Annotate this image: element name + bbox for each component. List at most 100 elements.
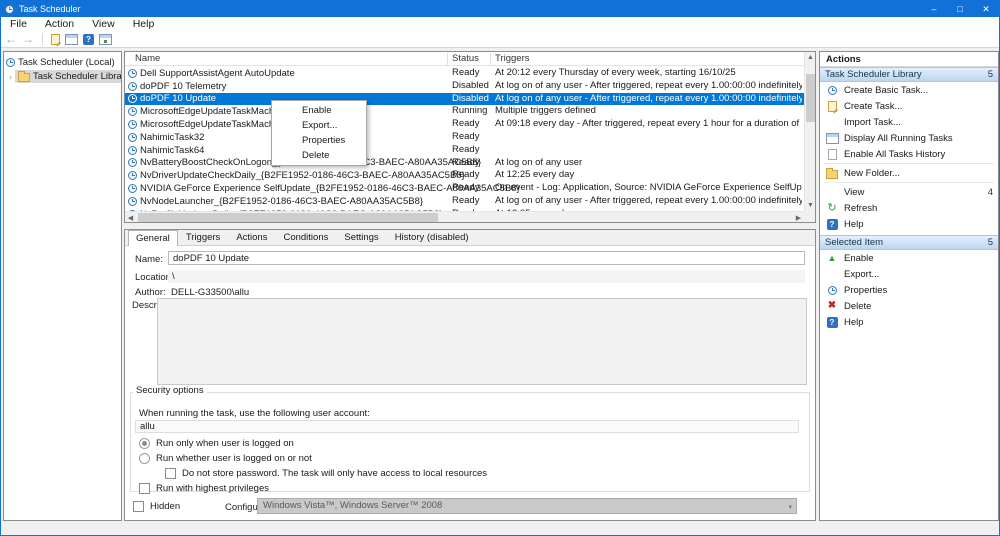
tab-general[interactable]: General (128, 230, 178, 246)
task-row[interactable]: NahimicTask64 Ready (125, 144, 804, 157)
actions-section-selected-item[interactable]: Selected Item 5 (820, 235, 998, 250)
configure-for-select[interactable]: Windows Vista™, Windows Server™ 2008 ▾ (257, 498, 797, 514)
tab-settings[interactable]: Settings (336, 229, 386, 245)
radio-run-logged-on-or-not[interactable]: Run whether user is logged on or not (139, 452, 312, 465)
action-display-running-tasks[interactable]: Display All Running Tasks (820, 130, 998, 146)
column-status[interactable]: Status (452, 53, 479, 64)
tab-triggers[interactable]: Triggers (178, 229, 229, 245)
action-enable-history[interactable]: Enable All Tasks History (820, 146, 998, 162)
context-menu-enable[interactable]: Enable (272, 103, 366, 118)
task-row-selected[interactable]: doPDF 10 Update Disabled At log on of an… (125, 92, 804, 106)
action-delete[interactable]: ✖ Delete (820, 298, 998, 314)
user-account-field[interactable]: allu (135, 420, 799, 433)
checkbox-icon[interactable] (133, 501, 144, 512)
action-import-task[interactable]: Import Task... (820, 114, 998, 130)
action-export[interactable]: Export... (820, 266, 998, 282)
tab-history[interactable]: History (disabled) (387, 229, 477, 245)
action-properties[interactable]: Properties (820, 282, 998, 298)
action-label: New Folder... (844, 167, 900, 179)
task-row[interactable]: MicrosoftEdgeUpdateTaskMachineUA Ready A… (125, 118, 804, 131)
expand-chevron-icon[interactable]: › (9, 72, 12, 82)
task-status: Disabled (452, 92, 489, 104)
scroll-right-icon[interactable]: ▶ (793, 212, 804, 222)
selected-item-section-label: Selected Item (825, 237, 884, 248)
collapse-glyph[interactable]: 5 (988, 69, 993, 80)
actions-section-library[interactable]: Task Scheduler Library 5 (820, 67, 998, 82)
action-help[interactable]: ? Help (820, 216, 998, 232)
task-scheduler-window: Task Scheduler – □ ✕ File Action View He… (0, 0, 1000, 536)
action-help-selected[interactable]: ? Help (820, 314, 998, 330)
properties-icon (827, 285, 837, 295)
author-label: Author: (135, 287, 166, 298)
checkbox-icon[interactable] (139, 483, 150, 494)
forward-icon[interactable]: → (22, 33, 34, 45)
location-field: \ (168, 270, 805, 283)
menu-view[interactable]: View (83, 17, 124, 31)
tree-item-library[interactable]: › Task Scheduler Library (4, 69, 121, 84)
back-icon[interactable]: ← (5, 33, 17, 45)
checkbox-icon[interactable] (165, 468, 176, 479)
minimize-button[interactable]: – (921, 1, 947, 17)
console-window-icon[interactable] (65, 33, 78, 45)
task-row[interactable]: doPDF 10 Telemetry Disabled At log on of… (125, 80, 804, 93)
name-label: Name: (135, 254, 163, 265)
task-name: NahimicTask32 (140, 131, 205, 143)
tree-item-local[interactable]: Task Scheduler (Local) (4, 56, 121, 69)
task-row[interactable]: NVIDIA GeForce Experience SelfUpdate_{B2… (125, 182, 804, 195)
menu-action[interactable]: Action (36, 17, 83, 31)
action-new-folder[interactable]: New Folder... (820, 165, 998, 181)
task-row[interactable]: NvDriverUpdateCheckDaily_{B2FE1952-0186-… (125, 169, 804, 182)
context-menu-export[interactable]: Export... (272, 118, 366, 133)
task-row[interactable]: NvBatteryBoostCheckOnLogon_{B2FE1952-018… (125, 157, 804, 170)
action-create-basic-task[interactable]: Create Basic Task... (820, 82, 998, 98)
task-name: NvNodeLauncher_{B2FE1952-0186-46C3-BAEC-… (140, 195, 424, 207)
context-menu-properties[interactable]: Properties (272, 133, 366, 148)
actions-separator (824, 163, 994, 164)
show-console-tree-icon[interactable] (51, 33, 60, 45)
tab-actions[interactable]: Actions (228, 229, 275, 245)
context-menu-delete[interactable]: Delete (272, 148, 366, 163)
radio-run-logged-on[interactable]: Run only when user is logged on (139, 437, 294, 450)
actions-pane-title: Actions (820, 52, 998, 67)
history-icon (827, 148, 837, 160)
column-name[interactable]: Name (135, 53, 160, 64)
vertical-scroll-thumb[interactable] (806, 74, 815, 122)
properties-window-icon[interactable] (99, 33, 112, 45)
column-triggers[interactable]: Triggers (495, 53, 530, 64)
task-triggers: At log on of any user (495, 156, 583, 168)
scroll-left-icon[interactable]: ◀ (125, 212, 136, 222)
scroll-up-icon[interactable]: ▲ (805, 52, 815, 63)
name-field[interactable]: doPDF 10 Update (168, 251, 805, 265)
menu-help[interactable]: Help (124, 17, 164, 31)
task-triggers: At 09:18 every day - After triggered, re… (495, 118, 802, 130)
tab-conditions[interactable]: Conditions (275, 229, 336, 245)
task-icon (128, 171, 137, 181)
vertical-scrollbar[interactable]: ▲ ▼ (804, 52, 815, 211)
task-row[interactable]: MicrosoftEdgeUpdateTaskMachineCore Runni… (125, 105, 804, 118)
radio-selected-icon[interactable] (139, 438, 150, 449)
actions-separator (824, 182, 994, 183)
task-row[interactable]: NahimicTask32 Ready (125, 131, 804, 144)
checkbox-highest-privileges[interactable]: Run with highest privileges (139, 482, 269, 495)
task-row[interactable]: Dell SupportAssistAgent AutoUpdate Ready… (125, 67, 804, 80)
action-enable[interactable]: ▲ Enable (820, 250, 998, 266)
collapse-glyph[interactable]: 5 (988, 237, 993, 248)
horizontal-scrollbar[interactable]: ◀ ▶ (125, 211, 804, 222)
checkbox-hidden[interactable]: Hidden (133, 500, 180, 513)
help-icon[interactable]: ? (83, 33, 94, 45)
horizontal-scroll-thumb[interactable] (138, 213, 438, 222)
action-refresh[interactable]: ↻ Refresh (820, 200, 998, 216)
description-field[interactable] (157, 298, 807, 385)
maximize-button[interactable]: □ (947, 1, 973, 17)
actions-pane: Actions Task Scheduler Library 5 Create … (819, 51, 999, 521)
scroll-down-icon[interactable]: ▼ (805, 200, 815, 211)
action-view[interactable]: View 4 (820, 184, 998, 200)
close-button[interactable]: ✕ (973, 1, 999, 17)
action-create-task[interactable]: Create Task... (820, 98, 998, 114)
checkbox-no-password[interactable]: Do not store password. The task will onl… (165, 467, 487, 480)
task-status: Ready (452, 156, 480, 168)
task-status: Ready (452, 130, 480, 142)
menu-file[interactable]: File (1, 17, 36, 31)
radio-unselected-icon[interactable] (139, 453, 150, 464)
task-row[interactable]: NvNodeLauncher_{B2FE1952-0186-46C3-BAEC-… (125, 195, 804, 208)
